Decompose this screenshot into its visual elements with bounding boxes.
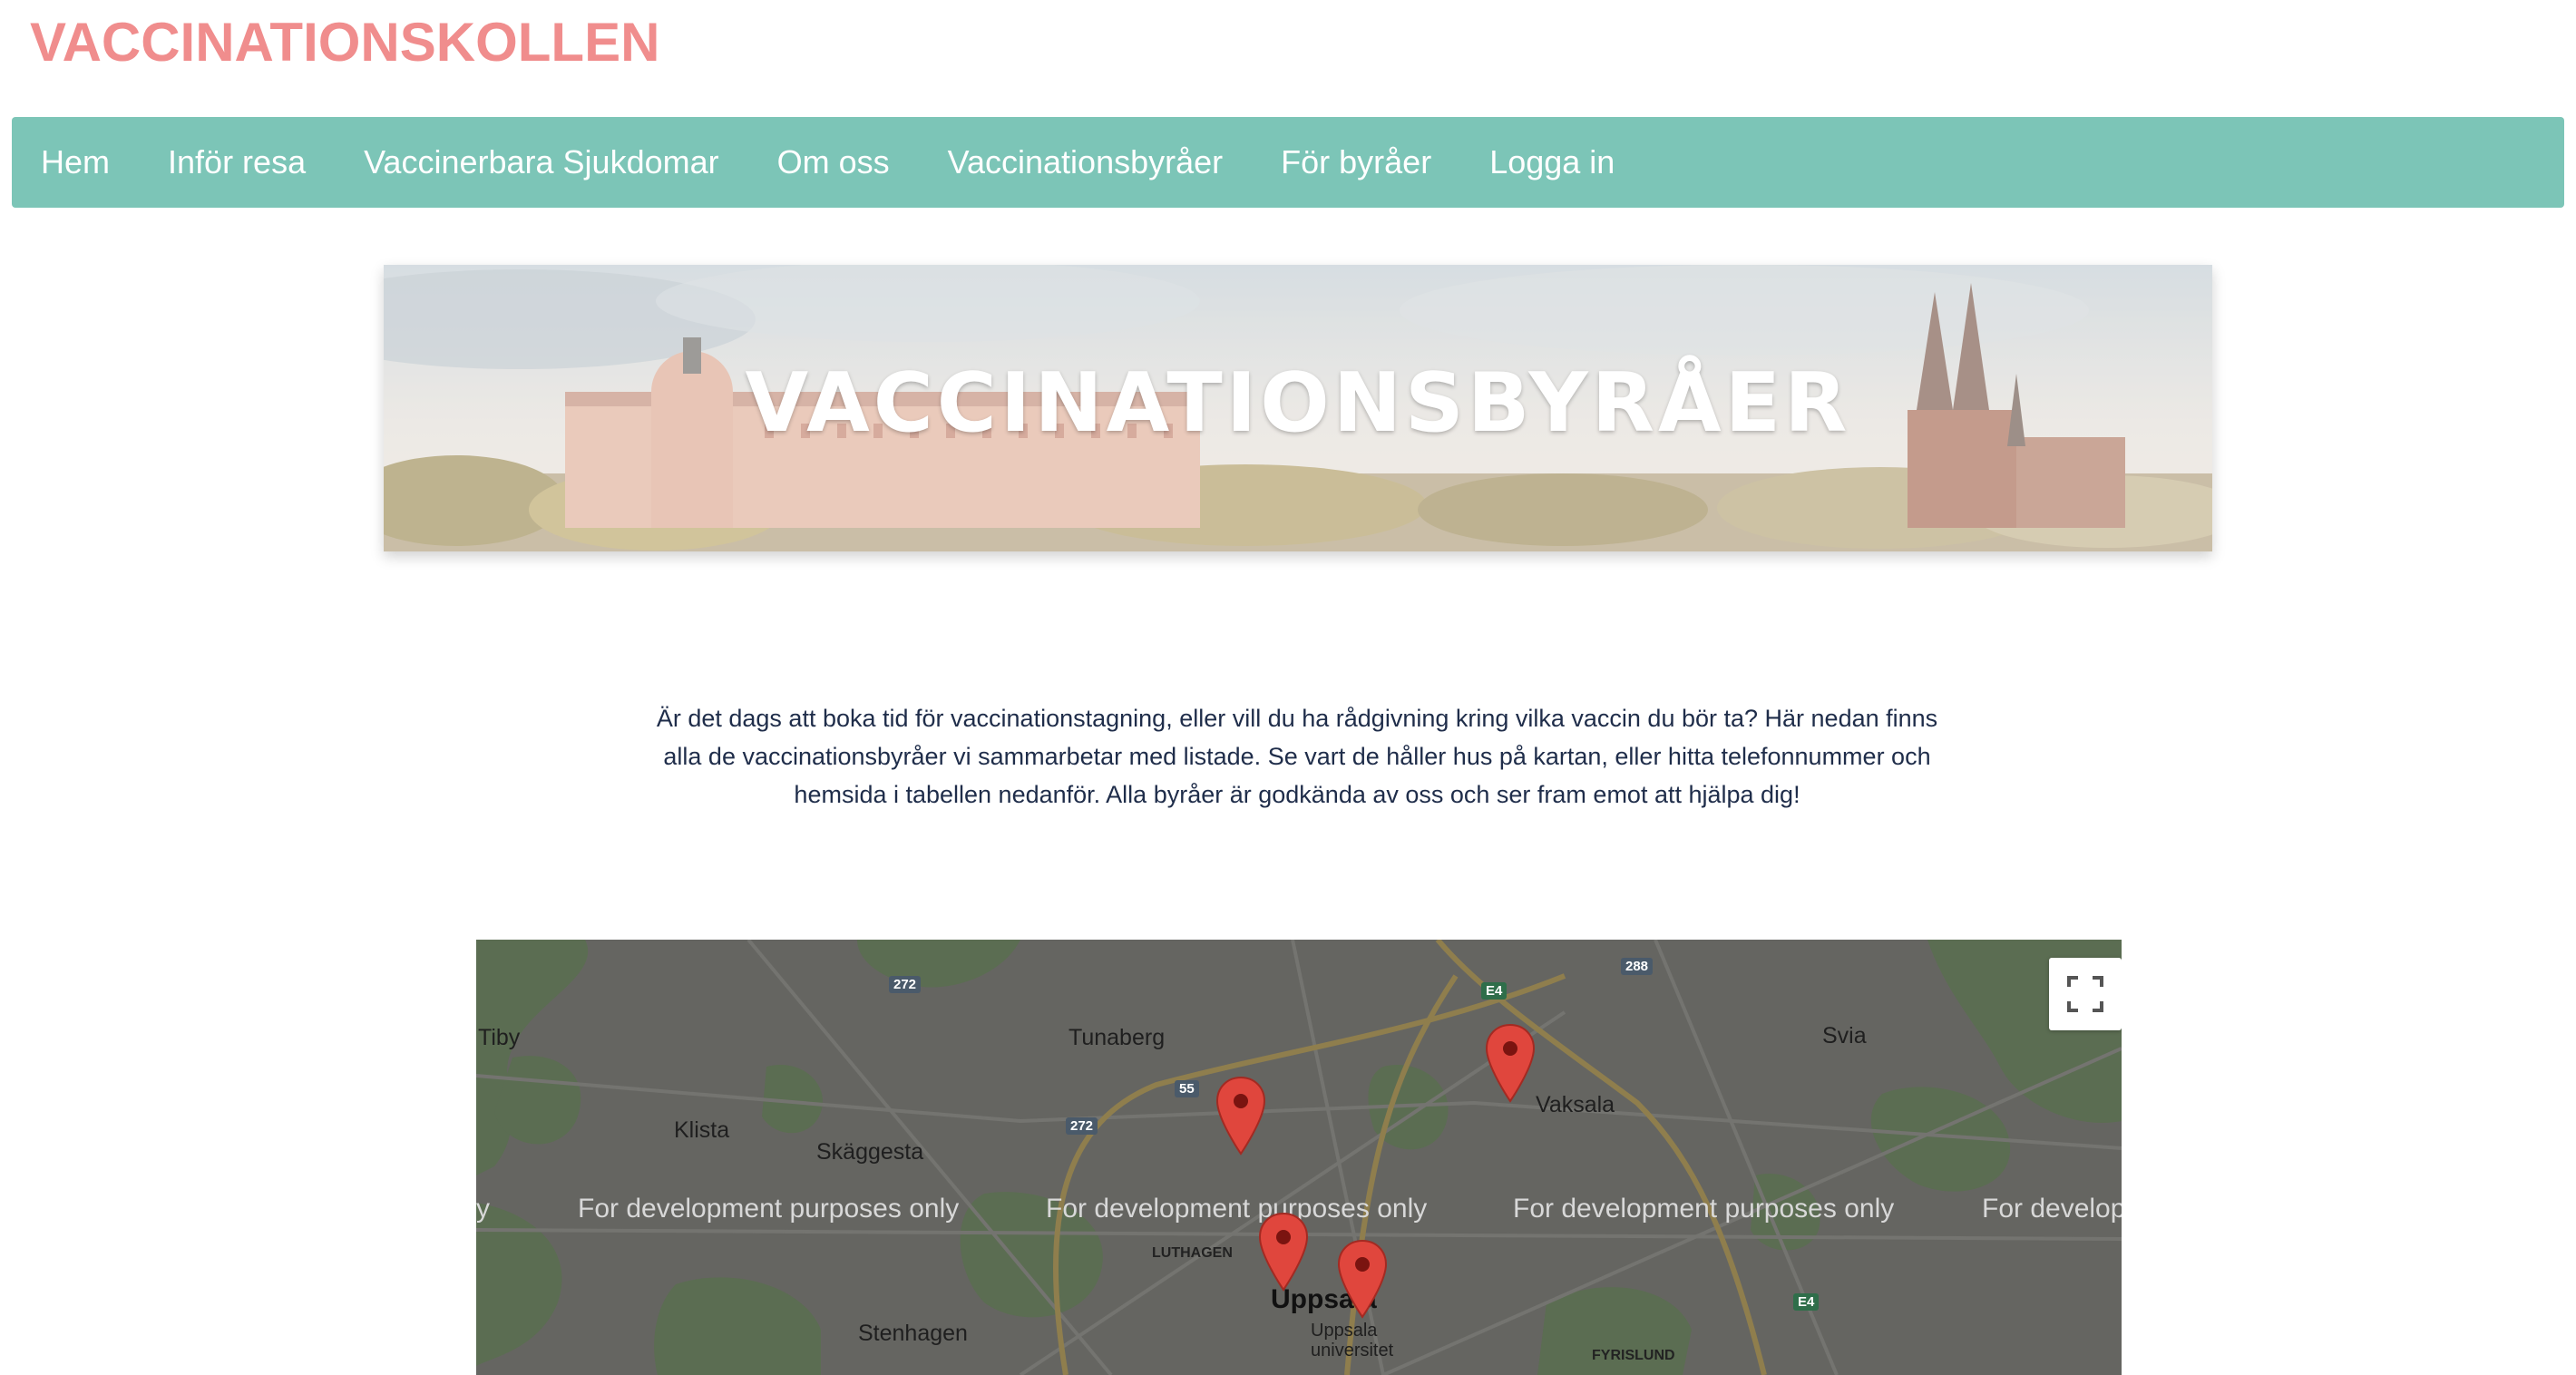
map-label-skaggesta: Skäggesta	[816, 1139, 924, 1165]
dev-watermark: For development purposes only	[578, 1194, 960, 1224]
road-shield-272: 272	[889, 976, 922, 993]
dev-watermark: For develop	[1982, 1194, 2122, 1224]
map-label-klista: Klista	[674, 1117, 730, 1143]
nav-item-hem[interactable]: Hem	[12, 143, 139, 181]
map-label-uppsala-universitet: Uppsala universitet	[1311, 1321, 1394, 1360]
dev-watermark: For development purposes only	[1513, 1194, 1895, 1224]
nav-item-logga-in[interactable]: Logga in	[1460, 143, 1644, 181]
nav-item-for-byraer[interactable]: För byråer	[1252, 143, 1460, 181]
dev-watermark: For development purposes only	[1046, 1194, 1428, 1224]
map-label-fyrislund: FYRISLUND	[1592, 1348, 1675, 1363]
fullscreen-icon	[2067, 976, 2103, 1012]
dev-watermark: y	[476, 1194, 490, 1224]
nav-item-om-oss[interactable]: Om oss	[748, 143, 919, 181]
road-shield-e4: E4	[1481, 982, 1508, 1000]
map-label-tunaberg: Tunaberg	[1068, 1025, 1166, 1050]
map-label-stenhagen: Stenhagen	[858, 1321, 968, 1346]
map-pin-icon[interactable]	[1485, 1023, 1536, 1105]
map-label-luthagen: LUTHAGEN	[1152, 1245, 1233, 1261]
road-shield-e4: E4	[1793, 1293, 1820, 1311]
road-shield-288: 288	[1621, 958, 1654, 975]
intro-paragraph: Är det dags att boka tid för vaccination…	[656, 705, 1938, 808]
road-shield-55: 55	[1175, 1080, 1199, 1097]
map-label-tiby: Tiby	[478, 1025, 521, 1050]
map-pin-icon[interactable]	[1258, 1212, 1309, 1293]
nav-item-infor-resa[interactable]: Inför resa	[139, 143, 335, 181]
map-label-vaksala: Vaksala	[1536, 1092, 1615, 1117]
map-widget[interactable]: Tiby Tunaberg Svia Vaksala Klista Skägge…	[476, 940, 2122, 1375]
site-title[interactable]: VACCINATIONSKOLLEN	[30, 11, 659, 73]
road-shield-272: 272	[1066, 1117, 1098, 1135]
map-pin-icon[interactable]	[1337, 1239, 1388, 1321]
nav-item-vaccinationsbyraer[interactable]: Vaccinationsbyråer	[919, 143, 1253, 181]
map-fullscreen-button[interactable]	[2049, 958, 2122, 1030]
hero-banner: VACCINATIONSBYRÅER	[384, 265, 2212, 551]
nav-item-vaccinerbara-sjukdomar[interactable]: Vaccinerbara Sjukdomar	[335, 143, 748, 181]
banner-title: VACCINATIONSBYRÅER	[745, 356, 1851, 451]
map-pin-icon[interactable]	[1215, 1076, 1266, 1157]
main-navbar: Hem Inför resa Vaccinerbara Sjukdomar Om…	[12, 117, 2564, 208]
map-label-svia: Svia	[1822, 1023, 1867, 1048]
